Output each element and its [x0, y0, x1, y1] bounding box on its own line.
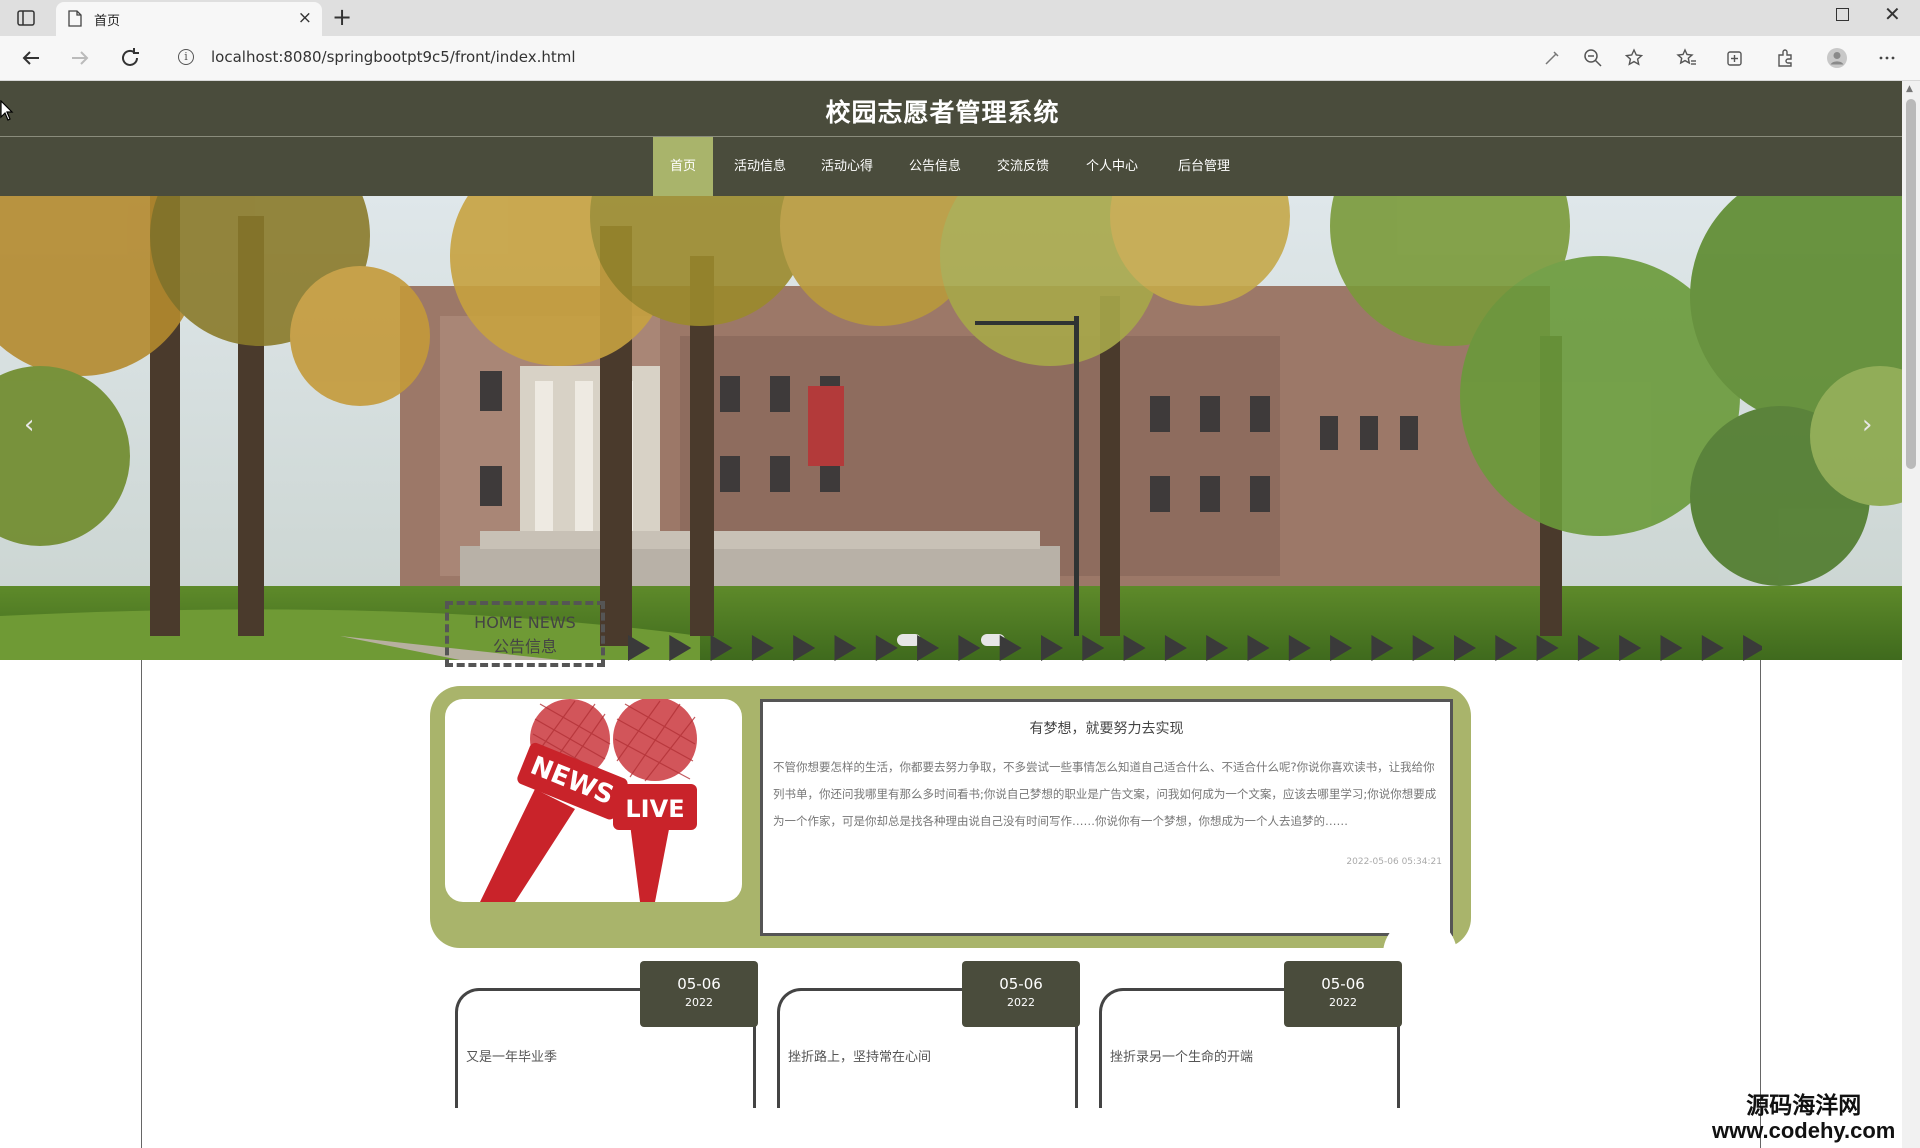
section-title-en: HOME NEWS [474, 613, 576, 632]
page-icon [68, 10, 82, 27]
banner-carousel[interactable]: ‹ › [0, 196, 1902, 660]
decorative-triangle-icon [710, 635, 733, 661]
browser-tab-active[interactable]: 首页 × [56, 2, 322, 36]
scroll-up-arrow-icon[interactable]: ▲ [1906, 84, 1913, 94]
decorative-triangle-icon [793, 635, 816, 661]
watermark: 源码海洋网 www.codehy.com [1712, 1093, 1895, 1143]
decorative-triangle-icon [1041, 635, 1063, 661]
browser-address-bar: i localhost:8080/springbootpt9c5/front/i… [0, 36, 1920, 81]
decorative-triangle-icon [1412, 635, 1435, 661]
news-card-2-date-badge: 05-06 2022 [962, 961, 1080, 1027]
news-card-1-date-badge: 05-06 2022 [640, 961, 758, 1027]
section-title-cn: 公告信息 [492, 637, 557, 656]
main-nav: 首页 活动信息 活动心得 公告信息 交流反馈 个人中心 后台管理 [0, 137, 1902, 196]
decorative-triangle-icon [1454, 635, 1476, 661]
decorative-triangle-icon [1123, 635, 1146, 661]
featured-news-date: 2022-05-06 05:34:21 [1346, 857, 1442, 867]
window-restore-icon[interactable] [1836, 8, 1849, 21]
new-tab-icon[interactable]: + [332, 3, 352, 31]
collections-icon[interactable] [1724, 47, 1746, 69]
nav-personal-center[interactable]: 个人中心 [1080, 137, 1144, 196]
decorative-triangle-icon [751, 635, 774, 661]
decorative-triangle-icon [1743, 635, 1762, 661]
campus-banner-image [0, 196, 1902, 660]
tab-actions-icon[interactable] [16, 8, 36, 28]
tab-title: 首页 [94, 14, 121, 29]
decorative-triangle-icon [875, 635, 898, 661]
decorative-triangle-icon [1536, 635, 1559, 661]
chevron-left-icon[interactable]: ‹ [24, 412, 34, 438]
profile-avatar-icon[interactable] [1826, 47, 1848, 69]
live-label: LIVE [625, 795, 684, 823]
decorative-triangle-icon [1206, 635, 1229, 661]
nav-feedback[interactable]: 交流反馈 [991, 137, 1055, 196]
featured-news-card[interactable]: 有梦想，就要努力去实现 不管你想要怎样的生活，你都要去努力争取，不多尝试一些事情… [760, 699, 1453, 936]
news-microphone-image: NEWS LIVE [445, 699, 742, 902]
decorative-triangle-icon [1660, 635, 1683, 661]
nav-activity-info[interactable]: 活动信息 [728, 137, 792, 196]
decorative-triangle-icon [1619, 635, 1642, 661]
browser-tab-bar: 首页 × + ✕ [0, 0, 1920, 36]
decorative-triangle-icon [958, 635, 981, 661]
nav-activity-insights[interactable]: 活动心得 [815, 137, 879, 196]
news-card-3-date-badge: 05-06 2022 [1284, 961, 1402, 1027]
chevron-right-icon[interactable]: › [1862, 412, 1872, 438]
decorative-triangle-icon [1495, 635, 1518, 661]
scrollbar-thumb[interactable] [1906, 99, 1916, 469]
decorative-triangle-icon [1164, 635, 1187, 661]
content-border-left [141, 660, 142, 1148]
read-aloud-icon[interactable] [1541, 47, 1563, 69]
news-card-2-month-day: 05-06 [999, 975, 1043, 993]
decorative-triangle-icon [1701, 635, 1724, 661]
add-favorite-icon[interactable] [1623, 47, 1645, 69]
news-card-2-title[interactable]: 挫折路上，坚持常在心间 [788, 1046, 931, 1065]
decorative-triangle-icon [1247, 635, 1270, 661]
news-card-3-year: 2022 [1329, 996, 1357, 1009]
featured-news-panel: NEWS LIVE 有梦想，就要努力去实现 不管你想要怎样的生活，你都要去努力争… [430, 686, 1471, 948]
mouse-cursor-icon [0, 100, 14, 121]
back-arrow-icon[interactable] [19, 46, 43, 70]
tab-close-icon[interactable]: × [298, 8, 312, 28]
news-card-3-month-day: 05-06 [1321, 975, 1365, 993]
decorative-triangle-icon [1577, 635, 1600, 661]
zoom-out-icon[interactable] [1582, 47, 1604, 69]
nav-announcements[interactable]: 公告信息 [903, 137, 967, 196]
decorative-triangle-icon [628, 635, 650, 661]
decorative-triangle-icon [1330, 635, 1353, 661]
decorative-triangle-icon [1371, 635, 1394, 661]
featured-news-title[interactable]: 有梦想，就要努力去实现 [763, 718, 1450, 738]
extensions-icon[interactable] [1774, 47, 1796, 69]
site-header: 校园志愿者管理系统 [0, 81, 1902, 137]
watermark-cn: 源码海洋网 [1746, 1093, 1862, 1119]
favorites-icon[interactable] [1676, 47, 1698, 69]
decorative-arrow-row [628, 635, 1762, 661]
news-card-2-year: 2022 [1007, 996, 1035, 1009]
content-border-right [1760, 660, 1761, 1148]
decorative-triangle-icon [834, 635, 857, 661]
more-menu-icon[interactable] [1876, 47, 1898, 69]
url-field[interactable]: localhost:8080/springbootpt9c5/front/ind… [211, 48, 576, 66]
forward-arrow-icon[interactable] [68, 46, 92, 70]
site-title: 校园志愿者管理系统 [825, 98, 1060, 127]
news-card-1-month-day: 05-06 [677, 975, 721, 993]
decorative-triangle-icon [669, 635, 692, 661]
news-card-1-year: 2022 [685, 996, 713, 1009]
nav-admin[interactable]: 后台管理 [1172, 137, 1236, 196]
decorative-triangle-icon [917, 635, 940, 661]
refresh-icon[interactable] [118, 46, 142, 70]
nav-home[interactable]: 首页 [653, 137, 713, 196]
decorative-triangle-icon [999, 635, 1022, 661]
featured-news-body: 不管你想要怎样的生活，你都要去努力争取，不多尝试一些事情怎么知道自己适合什么、不… [773, 760, 1437, 828]
page-scrollbar[interactable]: ▲ [1902, 81, 1920, 1148]
site-info-icon[interactable]: i [178, 49, 194, 65]
watermark-url: www.codehy.com [1712, 1118, 1896, 1143]
window-close-icon[interactable]: ✕ [1884, 2, 1901, 26]
news-card-3-title[interactable]: 挫折录另一个生命的开端 [1110, 1046, 1253, 1065]
decorative-triangle-icon [1082, 635, 1105, 661]
news-card-1-title[interactable]: 又是一年毕业季 [466, 1046, 557, 1065]
decorative-triangle-icon [1288, 635, 1311, 661]
section-title-box: HOME NEWS 公告信息 [445, 601, 605, 667]
